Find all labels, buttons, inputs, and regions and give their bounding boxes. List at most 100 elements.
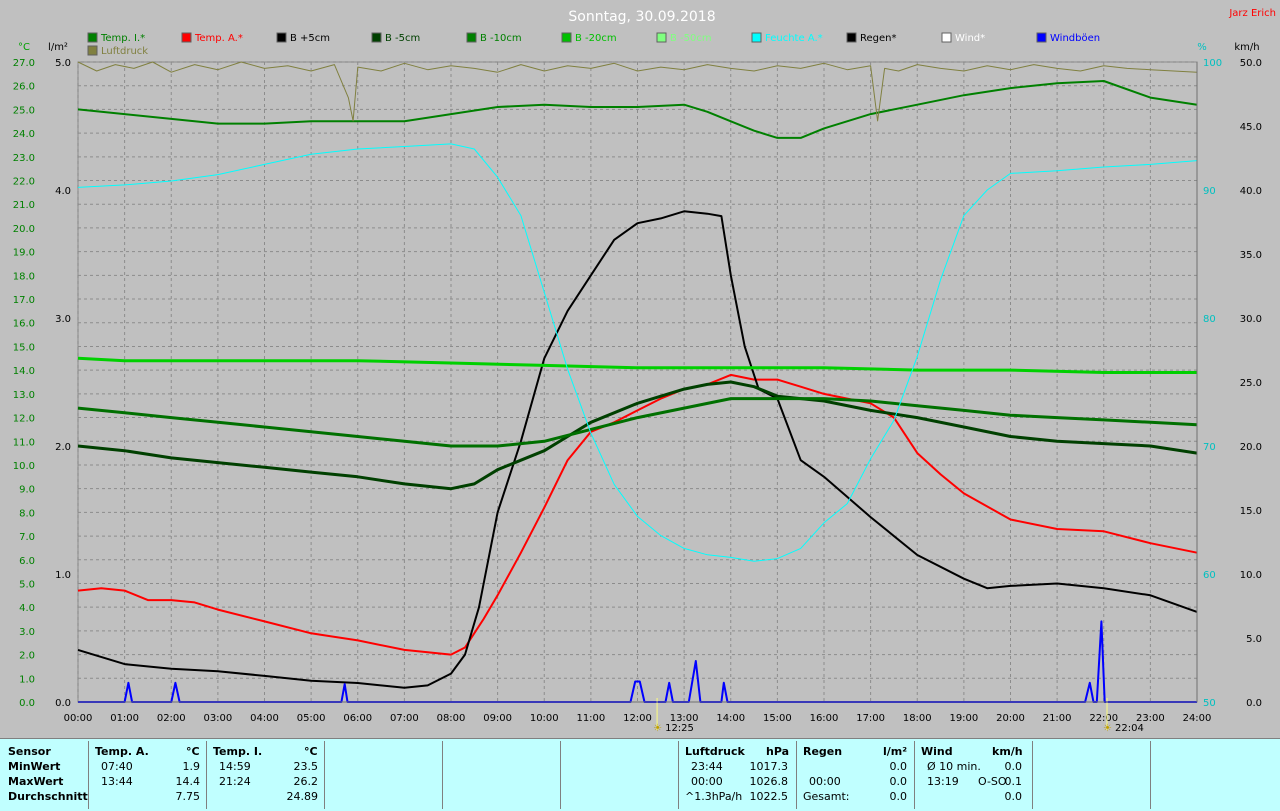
row-label-avg: Durchschnitt [8,790,88,803]
legend-label: B -50cm [670,33,712,44]
x-tick-label: 04:00 [250,713,279,724]
rain-total: 0.0 [889,790,908,803]
temp-tick-label: 22.0 [13,177,35,188]
temp-i-max-time: 21:24 [219,775,251,788]
weather-chart: Sonntag, 30.09.2018 Jarz Erich Temp. I.* Te… [0,0,1280,740]
legend-label: Windböen [1050,33,1100,44]
wind-tick-label: 35.0 [1240,250,1262,261]
temp-tick-label: 15.0 [13,342,35,353]
legend-swatch [1036,32,1047,43]
temp-tick-label: 3.0 [19,627,35,638]
wind-tick-label: 40.0 [1240,186,1262,197]
right-pct-unit: % [1197,42,1207,53]
temp-tick-label: 1.0 [19,674,35,685]
wind-tick-label: 5.0 [1246,634,1262,645]
legend-swatch [656,32,667,43]
divider [560,741,561,809]
rain-total-label: Gesamt: [803,790,850,803]
temp-i-max-value: 26.2 [293,775,319,788]
x-tick-label: 14:00 [716,713,745,724]
temp-tick-label: 25.0 [13,105,35,116]
divider [914,741,915,809]
wind-unit: km/h [992,745,1023,758]
temp-a-unit: °C [186,745,200,758]
divider [206,741,207,809]
x-tick-label: 10:00 [530,713,559,724]
legend-label: Feuchte A.* [765,33,823,44]
legend-swatch [561,32,572,43]
temp-tick-label: 9.0 [19,485,35,496]
temp-tick-label: 14.0 [13,366,35,377]
divider [796,741,797,809]
legend-label: Temp. A.* [194,33,243,44]
x-tick-label: 05:00 [297,713,326,724]
x-tick-label: 08:00 [437,713,466,724]
wind-total-value: 0.0 [1004,790,1023,803]
divider [442,741,443,809]
sensor-header: Sensor [8,745,51,758]
divider [324,741,325,809]
temp-tick-label: 23.0 [13,153,35,164]
pressure-header: Luftdruck [685,745,745,758]
wind-header: Wind [921,745,953,758]
wind-tick-label: 50.0 [1240,58,1262,69]
chart-svg: Sonntag, 30.09.2018 Jarz Erich Temp. I.* Te… [13,8,1276,734]
temp-tick-label: 24.0 [13,129,35,140]
temp-tick-label: 5.0 [19,579,35,590]
x-tick-label: 24:00 [1183,713,1212,724]
x-tick-label: 11:00 [576,713,605,724]
sun-event-label: 22:04 [1115,723,1144,734]
temp-a-max-time: 13:44 [101,775,133,788]
x-tick-label: 16:00 [810,713,839,724]
legend-swatch [846,32,857,43]
wind-avg-value: 0.0 [1004,760,1023,773]
legend-swatch [941,32,952,43]
x-tick-label: 03:00 [203,713,232,724]
divider [88,741,89,809]
temp-tick-label: 6.0 [19,556,35,567]
pressure-unit: hPa [766,745,790,758]
wind-tick-label: 30.0 [1240,314,1262,325]
temp-tick-label: 8.0 [19,508,35,519]
humidity-tick-label: 70 [1203,442,1216,453]
divider [1032,741,1033,809]
chart-title: Sonntag, 30.09.2018 [568,9,715,25]
sun-icon: ☀ [653,723,662,734]
wind-tick-label: 25.0 [1240,378,1262,389]
wind-tick-label: 15.0 [1240,506,1262,517]
sun-icon: ☀ [1103,723,1112,734]
temp-tick-label: 4.0 [19,603,35,614]
row-label-min: MinWert [8,760,61,773]
temp-i-avg: 24.89 [286,790,319,803]
pressure-max-value: 1026.8 [749,775,789,788]
temp-a-min-time: 07:40 [101,760,133,773]
x-tick-label: 12:00 [623,713,652,724]
legend-label: B -10cm [480,33,522,44]
legend-swatch [751,32,762,43]
temp-i-min-time: 14:59 [219,760,251,773]
rain-unit: l/m² [883,745,908,758]
x-tick-label: 21:00 [1043,713,1072,724]
temp-a-min-value: 1.9 [182,760,201,773]
x-tick-label: 18:00 [903,713,932,724]
rain-tick-label: 2.0 [55,442,71,453]
author-label: Jarz Erich [1228,8,1276,19]
pressure-trend: ^1.3hPa/h [685,790,743,803]
temp-tick-label: 2.0 [19,651,35,662]
legend-label: B -5cm [385,33,420,44]
humidity-tick-label: 50 [1203,698,1216,709]
rain-tick-label: 5.0 [55,58,71,69]
x-tick-label: 07:00 [390,713,419,724]
legend-swatch [87,45,98,56]
legend-label: Wind* [955,33,985,44]
temp-tick-label: 20.0 [13,224,35,235]
rain-tick-label: 0.0 [55,698,71,709]
pressure-min-time: 23:44 [691,760,723,773]
temp-tick-label: 27.0 [13,58,35,69]
left-rain-unit: l/m² [48,42,68,53]
legend-label: Luftdruck [101,46,148,57]
legend-label: B +5cm [290,33,330,44]
legend-swatch [181,32,192,43]
wind-tick-label: 20.0 [1240,442,1262,453]
x-tick-label: 00:00 [64,713,93,724]
